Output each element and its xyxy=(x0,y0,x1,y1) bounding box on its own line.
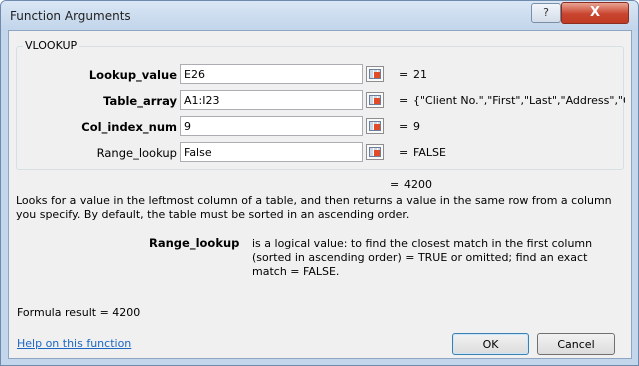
help-on-function-link[interactable]: Help on this function xyxy=(17,337,131,350)
dialog-body: VLOOKUP Lookup_value = 21 Table_array = … xyxy=(8,30,632,359)
collapse-dialog-icon[interactable] xyxy=(366,92,384,108)
equals-sign: = xyxy=(399,146,409,159)
equals-sign: = xyxy=(399,94,409,107)
table-array-input[interactable] xyxy=(180,90,363,110)
argument-row-range-lookup: Range_lookup = FALSE xyxy=(25,142,625,164)
collapse-dialog-icon[interactable] xyxy=(366,144,384,160)
equals-sign: = xyxy=(390,178,400,191)
ok-button[interactable]: OK xyxy=(452,333,529,355)
arg-label: Range_lookup xyxy=(96,146,177,160)
argument-row-table-array: Table_array = {"Client No.","First","Las… xyxy=(25,90,625,112)
function-description: Looks for a value in the leftmost column… xyxy=(16,194,612,221)
range-lookup-input[interactable] xyxy=(180,142,363,162)
function-name-label: VLOOKUP xyxy=(23,39,80,52)
function-result-value: 4200 xyxy=(404,178,432,191)
argument-help-name: Range_lookup xyxy=(149,236,240,250)
formula-result: Formula result = 4200 xyxy=(17,306,141,319)
collapse-dialog-icon[interactable] xyxy=(366,118,384,134)
arg-label: Table_array xyxy=(103,94,177,108)
arg-label: Lookup_value xyxy=(88,68,177,82)
col-index-num-input[interactable] xyxy=(180,116,363,136)
argument-row-col-index-num: Col_index_num = 9 xyxy=(25,116,625,138)
function-arguments-dialog: Function Arguments ? X VLOOKUP Lookup_va… xyxy=(0,0,639,366)
arg-result: 21 xyxy=(413,68,427,81)
arg-label: Col_index_num xyxy=(81,120,177,134)
equals-sign: = xyxy=(399,68,409,81)
cancel-button[interactable]: Cancel xyxy=(537,333,615,355)
argument-help-text: is a logical value: to find the closest … xyxy=(252,237,593,278)
close-button[interactable]: X xyxy=(561,2,629,24)
argument-row-lookup-value: Lookup_value = 21 xyxy=(25,64,625,86)
lookup-value-input[interactable] xyxy=(180,64,363,84)
help-button[interactable]: ? xyxy=(531,3,561,23)
title-bar: Function Arguments ? X xyxy=(1,1,638,31)
arg-result: FALSE xyxy=(413,146,446,159)
arg-result: {"Client No.","First","Last","Address","… xyxy=(413,94,625,107)
arg-result: 9 xyxy=(413,120,420,133)
equals-sign: = xyxy=(399,120,409,133)
dialog-title: Function Arguments xyxy=(10,9,131,23)
arguments-group: VLOOKUP Lookup_value = 21 Table_array = … xyxy=(16,39,625,170)
collapse-dialog-icon[interactable] xyxy=(366,66,384,82)
